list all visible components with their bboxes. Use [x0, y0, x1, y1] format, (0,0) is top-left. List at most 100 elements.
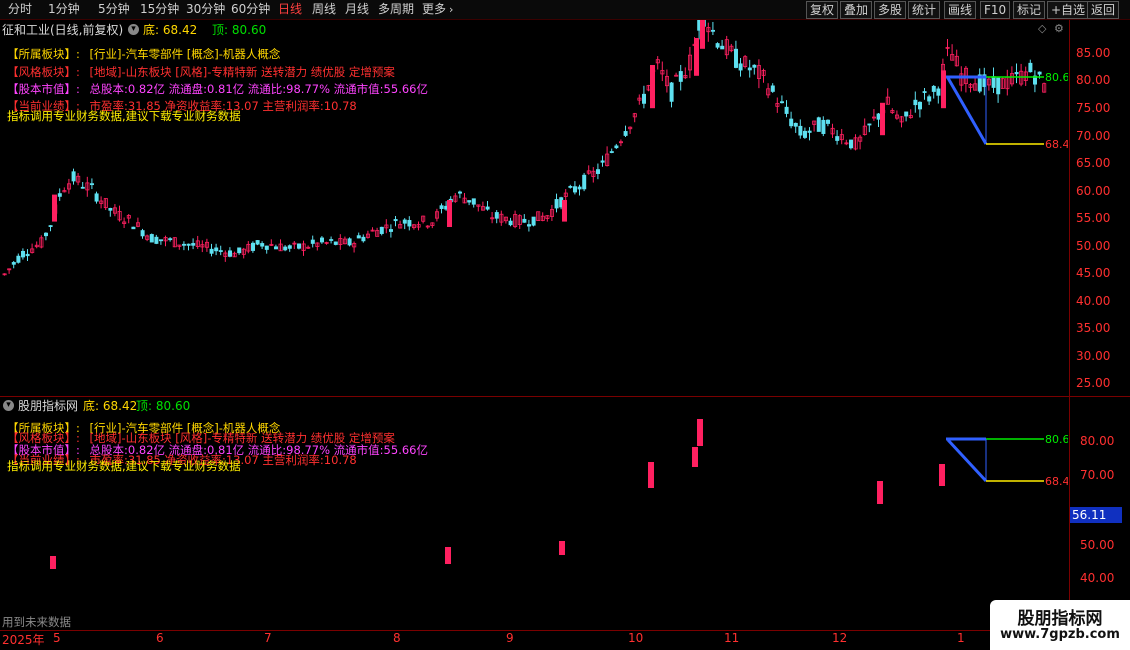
candle-body: [747, 67, 752, 71]
period-tab-15min[interactable]: 15分钟: [140, 1, 179, 18]
candle-body: [260, 243, 265, 247]
signal-bar: [648, 462, 654, 488]
y-tick: 35.00: [1076, 321, 1111, 335]
candle-body: [793, 122, 798, 127]
candle-body: [996, 77, 1001, 95]
candle-body: [577, 186, 582, 190]
period-tab-multi[interactable]: 多周期: [378, 1, 414, 18]
adjust-button[interactable]: 复权: [806, 1, 839, 19]
sub-y-tick: 70.00: [1080, 468, 1115, 482]
mark-button[interactable]: 标记: [1013, 1, 1046, 19]
candle-body: [388, 229, 393, 232]
candle-body: [25, 253, 30, 257]
candle-body: [596, 169, 601, 174]
x-label-year: 2025年: [2, 633, 45, 647]
back-button[interactable]: 返回: [1087, 1, 1120, 19]
candle-body: [154, 236, 159, 244]
signal-bar: [559, 541, 565, 555]
candle-body: [554, 199, 559, 209]
candle-body: [57, 193, 62, 197]
candle-body: [803, 130, 808, 138]
candle-body: [931, 85, 936, 92]
x-label-month: 10: [628, 631, 644, 645]
candle-body: [393, 219, 398, 222]
candle-body: [508, 220, 513, 226]
x-label-month: 12: [832, 631, 848, 645]
candle-body: [52, 194, 57, 222]
candle-body: [94, 193, 99, 202]
period-tab-5min[interactable]: 5分钟: [98, 1, 130, 18]
y-tick: 50.00: [1076, 239, 1111, 253]
candle-body: [214, 247, 219, 252]
period-tab-60min[interactable]: 60分钟: [231, 1, 270, 18]
signal-bar: [445, 547, 451, 564]
candle-body: [379, 226, 384, 234]
candle-body: [1014, 72, 1019, 75]
candle-body: [218, 250, 223, 252]
candle-body: [287, 245, 292, 249]
candle-body: [752, 64, 757, 68]
overlay-button[interactable]: 叠加: [840, 1, 873, 19]
period-tab-30min[interactable]: 30分钟: [186, 1, 225, 18]
candle-body: [108, 207, 113, 211]
candle-body: [600, 160, 605, 163]
candle-body: [582, 174, 587, 190]
sub-y-tick: 80.00: [1080, 434, 1115, 448]
candle-body: [485, 206, 490, 210]
x-label-month: 1: [957, 631, 965, 645]
candle-body: [227, 250, 232, 257]
candle-body: [941, 70, 946, 109]
period-tab-weekly[interactable]: 周线: [312, 1, 336, 18]
candle-body: [494, 212, 499, 219]
candle-body: [283, 246, 288, 251]
candle-body: [562, 200, 567, 222]
sub-top-bottom-pattern: 80.6 68.4: [946, 433, 1068, 488]
candle-body: [650, 65, 655, 109]
candle-body: [149, 234, 154, 243]
candle-body: [568, 185, 573, 188]
period-tab-daily[interactable]: 日线: [278, 1, 302, 18]
candle-body: [876, 113, 881, 120]
candle-body: [573, 186, 578, 193]
candle-body: [770, 85, 775, 92]
candle-body: [867, 123, 872, 126]
candle-body: [209, 248, 214, 254]
candle-body: [922, 91, 927, 93]
x-label-month: 7: [264, 631, 272, 645]
candle-body: [310, 239, 315, 244]
candle-body: [467, 200, 472, 203]
candle-body: [71, 171, 76, 182]
candle-body: [181, 243, 186, 246]
candle-body: [835, 136, 840, 141]
candlestick-chart[interactable]: 80.6 68.4: [0, 20, 1068, 395]
indicator-chart[interactable]: 80.6 68.4: [0, 397, 1068, 629]
candle-body: [821, 119, 826, 134]
period-tab-1min[interactable]: 1分钟: [48, 1, 80, 18]
signal-bar: [877, 481, 883, 504]
candle-body: [457, 191, 462, 194]
period-toolbar: 分时 1分钟 5分钟 15分钟 30分钟 60分钟 日线 周线 月线 多周期 更…: [0, 0, 1130, 20]
candle-body: [264, 245, 269, 250]
y-tick: 25.00: [1076, 376, 1111, 390]
level-bottom-label: 68.4: [1045, 138, 1068, 151]
candle-body: [669, 82, 674, 102]
f10-button[interactable]: F10: [980, 1, 1011, 19]
period-tab-monthly[interactable]: 月线: [345, 1, 369, 18]
draw-line-button[interactable]: 画线: [944, 1, 977, 19]
period-tab-timeshare[interactable]: 分时: [8, 1, 32, 18]
candle-body: [738, 63, 743, 71]
candle-body: [880, 102, 885, 136]
candle-body: [715, 43, 720, 48]
add-watchlist-button[interactable]: +自选: [1047, 1, 1090, 19]
candle-body: [826, 119, 831, 124]
candle-body: [527, 224, 532, 227]
candle-body: [678, 71, 683, 82]
future-data-note: 用到未来数据: [2, 615, 71, 629]
signal-bar: [939, 464, 945, 486]
statistics-button[interactable]: 统计: [908, 1, 941, 19]
period-tab-more[interactable]: 更多: [422, 1, 446, 18]
candle-body: [904, 111, 909, 117]
y-tick: 30.00: [1076, 349, 1111, 363]
multi-stock-button[interactable]: 多股: [874, 1, 907, 19]
x-label-month: 8: [393, 631, 401, 645]
